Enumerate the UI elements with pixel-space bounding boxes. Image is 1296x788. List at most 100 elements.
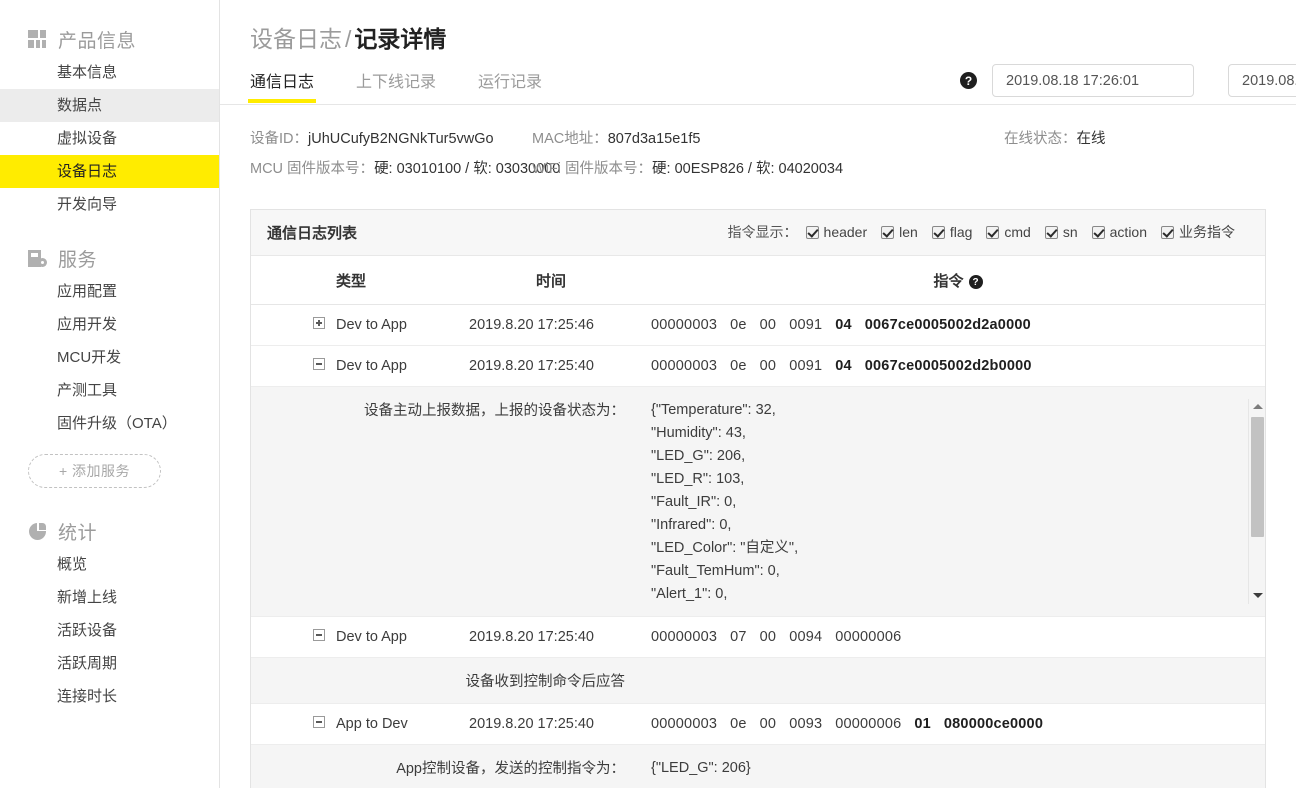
- table-row-detail: 设备主动上报数据，上报的设备状态为： {"Temperature": 32, "…: [251, 386, 1265, 616]
- add-service-button[interactable]: + 添加服务: [28, 454, 161, 488]
- table-row-detail: App控制设备，发送的控制指令为： {"LED_G": 206}: [251, 744, 1265, 788]
- sidebar-item-new-online[interactable]: 新增上线: [0, 581, 219, 614]
- row-type-cell: Dev to App: [251, 345, 451, 386]
- scrollbar-thumb[interactable]: [1251, 417, 1264, 537]
- device-meta-row: 设备ID：jUhUCufyB2NGNkTur5vwGo MAC地址：807d3a…: [250, 127, 1296, 157]
- hex-command: 000000030e000091040067ce0005002d2a0000: [651, 317, 1031, 333]
- detail-description-cell: 设备主动上报数据，上报的设备状态为：: [251, 386, 651, 616]
- date-from-input[interactable]: [992, 64, 1194, 97]
- comm-log-table: 类型 时间 指令? Dev to App 2019.8.20 17:25:46: [251, 256, 1265, 788]
- hex-cmd: 0091: [789, 317, 822, 333]
- device-id-value: jUhUCufyB2NGNkTur5vwGo: [308, 131, 494, 147]
- row-time-cell: 2019.8.20 17:25:40: [451, 703, 651, 744]
- scroll-up-icon[interactable]: [1249, 399, 1265, 415]
- sidebar-item-active-devices[interactable]: 活跃设备: [0, 614, 219, 647]
- tab-bar-divider: [220, 104, 1296, 105]
- row-type-label: Dev to App: [336, 358, 407, 374]
- checkbox-business-command[interactable]: 业务指令: [1161, 222, 1235, 242]
- collapse-row-icon[interactable]: [313, 358, 325, 370]
- table-row[interactable]: App to Dev 2019.8.20 17:25:40 00000003 0e…: [251, 703, 1265, 744]
- sidebar-item-active-period[interactable]: 活跃周期: [0, 647, 219, 680]
- checkbox-cmd[interactable]: cmd: [986, 224, 1030, 240]
- expand-row-icon[interactable]: [313, 317, 325, 329]
- sidebar-spacer-1: [0, 223, 219, 241]
- hex-action: 01: [914, 716, 931, 732]
- json-scroll-area[interactable]: {"Temperature": 32, "Humidity": 43, "LED…: [651, 399, 1265, 604]
- row-type-cell: Dev to App: [251, 616, 451, 657]
- sidebar-item-app-dev[interactable]: 应用开发: [0, 308, 219, 341]
- checkbox-flag[interactable]: flag: [932, 224, 973, 240]
- column-header-command: 指令?: [651, 256, 1265, 305]
- detail-json-cell: {"LED_G": 206}: [651, 744, 1265, 788]
- checkmark-icon: [881, 226, 894, 239]
- sidebar-item-basic-info[interactable]: 基本信息: [0, 56, 219, 89]
- scroll-down-icon[interactable]: [1249, 588, 1265, 604]
- row-type-label: Dev to App: [336, 629, 407, 645]
- table-head: 类型 时间 指令?: [251, 256, 1265, 305]
- hex-header: 00000003: [651, 716, 717, 732]
- sidebar-item-app-config[interactable]: 应用配置: [0, 275, 219, 308]
- collapse-row-icon[interactable]: [313, 716, 325, 728]
- tab-run-log[interactable]: 运行记录: [478, 68, 542, 103]
- checkbox-sn[interactable]: sn: [1045, 224, 1078, 240]
- wifi-firmware-label: WiFi 固件版本号：: [532, 161, 652, 177]
- checkbox-len[interactable]: len: [881, 224, 918, 240]
- sidebar-item-overview[interactable]: 概览: [0, 548, 219, 581]
- hex-len: 0e: [730, 716, 747, 732]
- hex-payload: 0067ce0005002d2a0000: [865, 317, 1031, 333]
- table-row[interactable]: Dev to App 2019.8.20 17:25:46 000000030e…: [251, 304, 1265, 345]
- sidebar-item-firmware-ota[interactable]: 固件升级（OTA）: [0, 407, 219, 440]
- table-row[interactable]: Dev to App 2019.8.20 17:25:40 000000030e…: [251, 345, 1265, 386]
- sidebar-group-title: 产品信息: [58, 26, 136, 53]
- app-root: 产品信息 基本信息 数据点 虚拟设备 设备日志 开发向导 服务 应用配置 应用开…: [0, 0, 1296, 788]
- column-header-type: 类型: [251, 256, 451, 305]
- sidebar-item-virtual-device[interactable]: 虚拟设备: [0, 122, 219, 155]
- vertical-scrollbar[interactable]: [1248, 399, 1265, 604]
- sidebar-item-connect-duration[interactable]: 连接时长: [0, 680, 219, 713]
- checkmark-icon: [986, 226, 999, 239]
- row-time-cell: 2019.8.20 17:25:40: [451, 616, 651, 657]
- sidebar-item-device-log[interactable]: 设备日志: [0, 155, 219, 188]
- device-meta: 设备ID：jUhUCufyB2NGNkTur5vwGo MAC地址：807d3a…: [250, 127, 1296, 187]
- hex-payload: 0067ce0005002d2b0000: [865, 358, 1032, 374]
- command-display-label: 指令显示：: [728, 222, 798, 242]
- tab-online-offline-log[interactable]: 上下线记录: [356, 68, 436, 103]
- sidebar: 产品信息 基本信息 数据点 虚拟设备 设备日志 开发向导 服务 应用配置 应用开…: [0, 0, 220, 788]
- row-command-cell: 000000030700009400000006: [651, 616, 1265, 657]
- breadcrumb-parent[interactable]: 设备日志: [250, 26, 342, 52]
- mcu-firmware-label: MCU 固件版本号：: [250, 161, 374, 177]
- hex-flag: 00: [760, 358, 777, 374]
- hex-payload: 00000006: [835, 629, 901, 645]
- checkbox-action[interactable]: action: [1092, 224, 1147, 240]
- table-row-detail: 设备收到控制命令后应答: [251, 657, 1265, 703]
- checkmark-icon: [1045, 226, 1058, 239]
- sidebar-item-dev-guide[interactable]: 开发向导: [0, 188, 219, 221]
- sidebar-item-data-points[interactable]: 数据点: [0, 89, 219, 122]
- tab-comm-log[interactable]: 通信日志: [250, 68, 314, 103]
- sidebar-item-prod-test-tool[interactable]: 产测工具: [0, 374, 219, 407]
- collapse-row-icon[interactable]: [313, 629, 325, 641]
- mac-address-field: MAC地址：807d3a15e1f5: [532, 127, 1004, 148]
- service-gear-icon: [28, 249, 47, 268]
- hex-action: 04: [835, 358, 852, 374]
- help-circle-icon[interactable]: ?: [969, 275, 983, 289]
- sidebar-group-header-stats: 统计: [0, 514, 219, 548]
- detail-description-cell: 设备收到控制命令后应答: [251, 657, 651, 703]
- row-time-cell: 2019.8.20 17:25:46: [451, 304, 651, 345]
- date-to-input[interactable]: [1228, 64, 1296, 97]
- online-status-field: 在线状态：在线: [1004, 127, 1106, 148]
- sidebar-item-mcu-dev[interactable]: MCU开发: [0, 341, 219, 374]
- sidebar-group-stats: 统计 概览 新增上线 活跃设备 活跃周期 连接时长: [0, 514, 219, 713]
- row-type-cell: App to Dev: [251, 703, 451, 744]
- checkbox-header[interactable]: header: [806, 224, 868, 240]
- help-circle-icon[interactable]: ?: [960, 72, 977, 89]
- row-type-label: App to Dev: [336, 716, 408, 732]
- sidebar-group-header-product: 产品信息: [0, 22, 219, 56]
- table-header-row: 类型 时间 指令?: [251, 256, 1265, 305]
- detail-json: {"Temperature": 32, "Humidity": 43, "LED…: [651, 399, 1237, 604]
- mac-address-label: MAC地址：: [532, 131, 608, 147]
- sidebar-group-header-service: 服务: [0, 241, 219, 275]
- comm-log-panel: 通信日志列表 指令显示： header len flag cmd sn acti…: [250, 209, 1266, 788]
- hex-command: 000000030e0000930000000601080000ce0000: [651, 716, 1043, 732]
- table-row[interactable]: Dev to App 2019.8.20 17:25:40 0000000307…: [251, 616, 1265, 657]
